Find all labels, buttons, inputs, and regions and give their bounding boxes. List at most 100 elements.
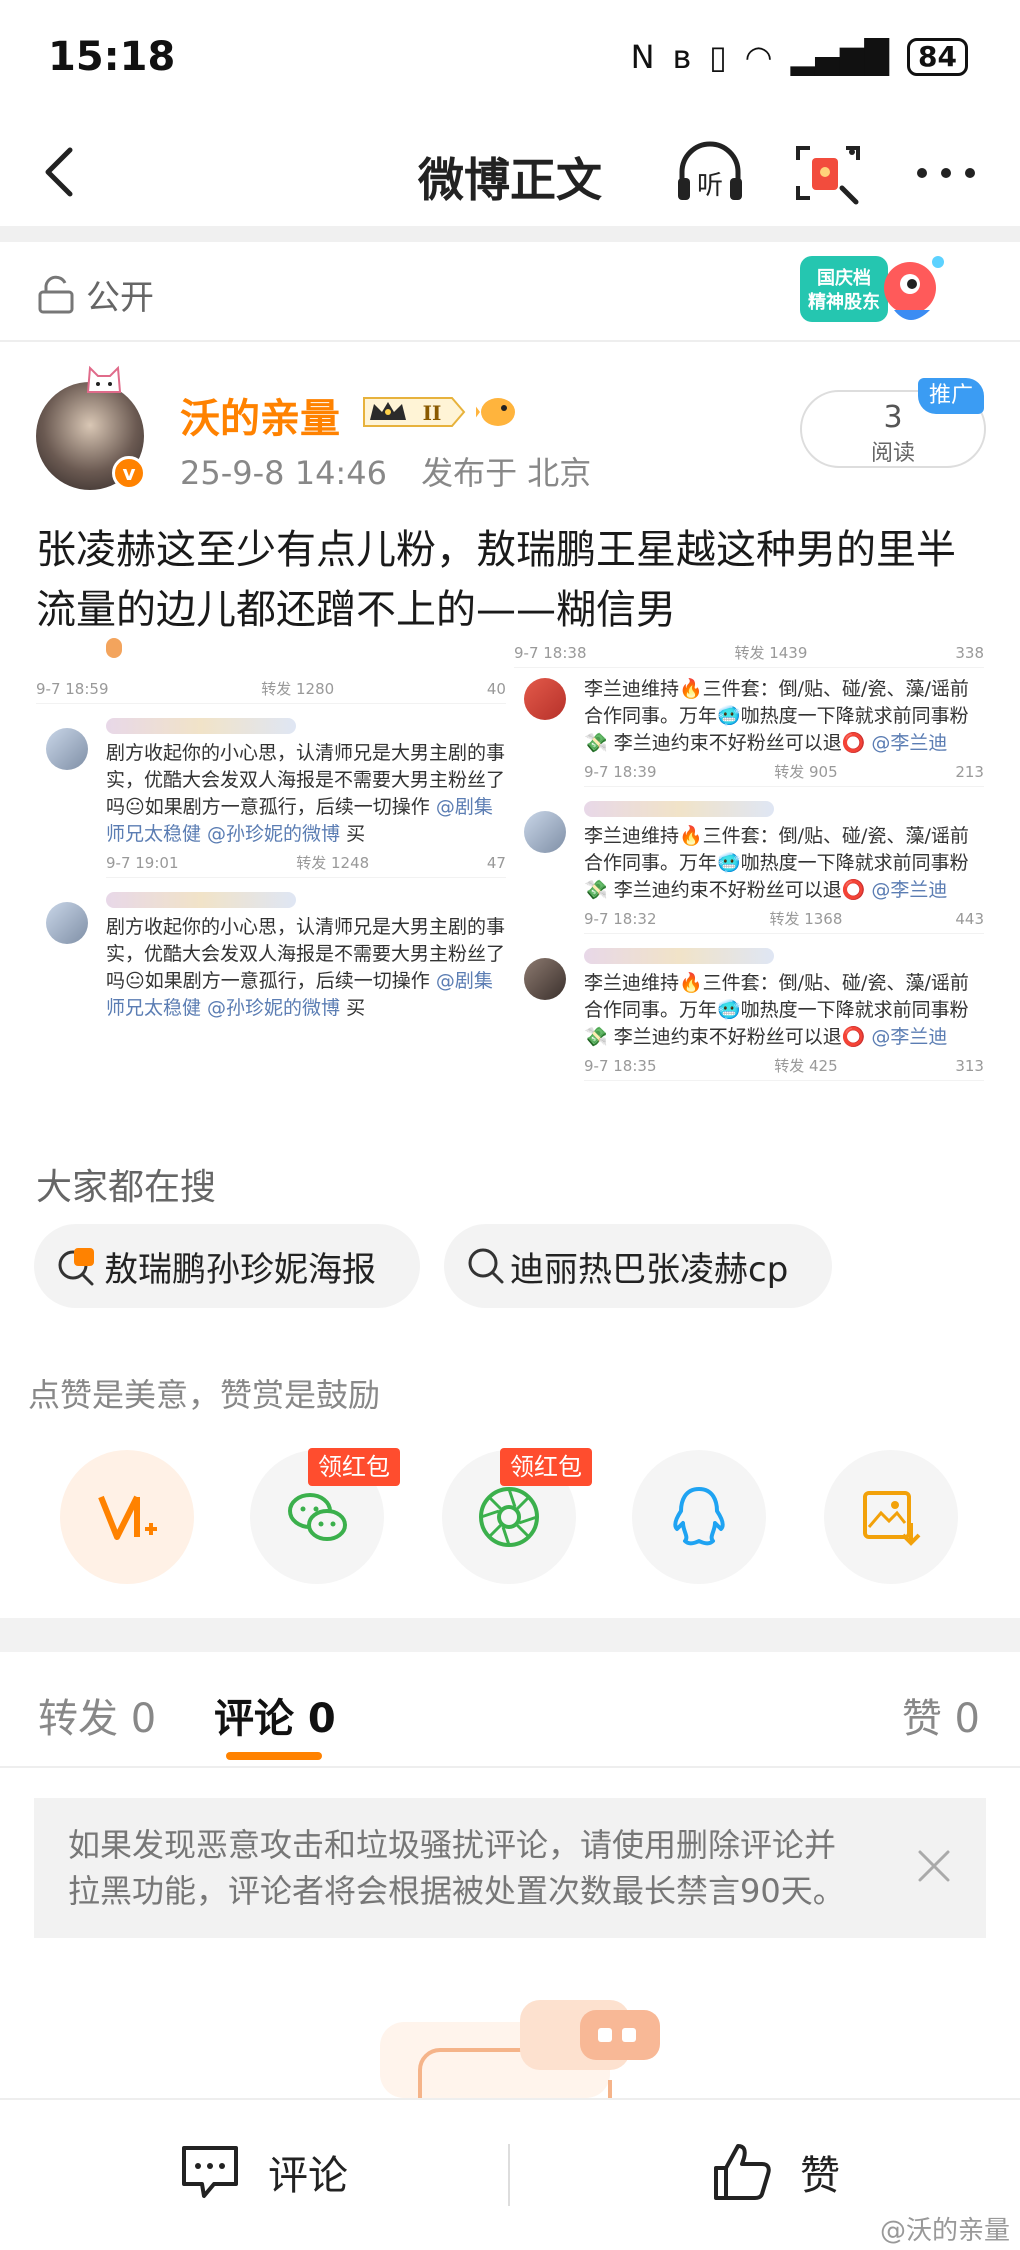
search-chip-label: 敖瑞鹏孙珍妮海报	[104, 1249, 376, 1290]
meta-time: 9-7 18:35	[584, 1057, 657, 1075]
meta-forward: 转发 425	[774, 1057, 838, 1075]
visibility-row: 公开 国庆档 精神股东	[0, 242, 1020, 342]
status-bar: 15:18 N ʙ ▯ ◠ ▂▄▆█ 84	[0, 0, 1020, 118]
watermark: @沃的亲量	[879, 2216, 1010, 2246]
reward-button[interactable]	[60, 1450, 194, 1584]
meta-forward: 转发 1368	[769, 910, 843, 928]
blurred-username	[584, 801, 774, 817]
image-comment: 李兰迪维持🔥三件套：倒/贴、碰/瓷、藻/谣前合作同事。万年🥶咖热度一下降就求前同…	[514, 668, 984, 787]
image-meta-row: 9-7 18:32 转发 1368 443	[584, 904, 984, 934]
image-comment: 剧方收起你的小心思，认清师兄是大男主剧的事实，优酷大会发双人海报是不需要大男主粉…	[36, 892, 506, 1022]
red-packet-tag[interactable]: 领红包	[500, 1448, 592, 1486]
meta-time: 9-7 18:32	[584, 910, 657, 928]
empty-comments-illustration	[380, 2000, 660, 2098]
bottom-action-bar: 评论 赞 @沃的亲量	[0, 2098, 1020, 2250]
comment-tail: 买	[346, 823, 366, 845]
meta-time: 9-7 19:01	[106, 854, 179, 872]
reward-caption: 点赞是美意，赞赏是鼓励	[28, 1376, 381, 1414]
save-image-button[interactable]	[824, 1450, 958, 1584]
national-day-promo-badge[interactable]: 国庆档 精神股东	[798, 248, 948, 338]
nfc-icon: N	[630, 38, 655, 76]
moments-icon	[479, 1487, 539, 1547]
meta-forward: 转发 1280	[261, 680, 335, 698]
reward-v-plus-icon	[98, 1495, 157, 1540]
post-text: 张凌赫这至少有点儿粉，敖瑞鹏王星越这种男的里半流量的边儿都还蹭不上的——糊信男	[36, 527, 956, 633]
comment-tail: 买	[346, 997, 366, 1019]
search-chip-1[interactable]: 敖瑞鹏孙珍妮海报	[34, 1224, 420, 1308]
post-image-1[interactable]: 9-7 18:59 转发 1280 40 剧方收起你的小心思，认清师兄是大男主剧…	[36, 638, 506, 1112]
share-qq-button[interactable]	[632, 1450, 766, 1584]
image-comment: 剧方收起你的小心思，认清师兄是大男主剧的事实，优酷大会发双人海报是不需要大男主粉…	[36, 718, 506, 878]
tab-forward[interactable]: 转发 0	[38, 1686, 156, 1744]
like-label: 赞	[800, 2153, 840, 2199]
meta-time: 9-7 18:59	[36, 680, 109, 698]
blurred-username	[584, 948, 774, 964]
comment-button[interactable]: 评论	[178, 2140, 348, 2204]
redpacket-scan-icon[interactable]	[790, 138, 866, 208]
promo-tag[interactable]: 推广	[918, 378, 984, 414]
moderation-notice: 如果发现恶意攻击和垃圾骚扰评论，请使用删除评论并拉黑功能，评论者将会根据被处置次…	[34, 1798, 986, 1938]
like-button[interactable]: 赞	[710, 2140, 840, 2204]
divider	[0, 226, 1020, 242]
orange-dot	[106, 638, 122, 658]
meta-likes: 213	[955, 763, 984, 781]
post-time: 25-9-8 14:46	[180, 454, 387, 492]
bluetooth-icon: ʙ	[672, 38, 692, 76]
battery-indicator: 84	[907, 38, 968, 76]
search-icon	[468, 1248, 504, 1284]
meta-likes: 338	[955, 644, 984, 662]
meta-likes: 47	[486, 854, 506, 872]
notice-text: 如果发现恶意攻击和垃圾骚扰评论，请使用删除评论并拉黑功能，评论者将会根据被处置次…	[68, 1826, 845, 1910]
post-location: 发布于 北京	[421, 454, 592, 492]
more-icon[interactable]	[908, 138, 984, 208]
meta-time: 9-7 18:39	[584, 763, 657, 781]
image-comment: 李兰迪维持🔥三件套：倒/贴、碰/瓷、藻/谣前合作同事。万年🥶咖热度一下降就求前同…	[514, 948, 984, 1081]
red-packet-tag[interactable]: 领红包	[308, 1448, 400, 1486]
comment-avatar	[46, 902, 88, 944]
qq-icon	[673, 1487, 725, 1546]
blurred-username	[106, 892, 296, 908]
listen-icon[interactable]: 听	[672, 138, 748, 208]
post-meta: 25-9-8 14:46 发布于 北京	[180, 448, 591, 494]
author-name[interactable]: 沃的亲量	[180, 386, 340, 444]
search-chip-2[interactable]: 迪丽热巴张凌赫cp	[444, 1224, 832, 1308]
pufferfish-icon	[476, 398, 515, 426]
visibility-label: 公开	[86, 278, 154, 318]
search-chip-label: 迪丽热巴张凌赫cp	[510, 1249, 789, 1290]
post-image-2[interactable]: 9-7 18:38 转发 1439 338 李兰迪维持🔥三件套：倒/贴、碰/瓷、…	[514, 638, 984, 1112]
comment-icon	[182, 2146, 238, 2198]
meta-likes: 443	[955, 910, 984, 928]
meta-forward: 转发 905	[774, 763, 838, 781]
image-meta-row: 9-7 19:01 转发 1248 47	[106, 848, 506, 878]
promo-badge-line1: 国庆档	[817, 267, 871, 289]
close-icon[interactable]	[912, 1844, 956, 1888]
status-icons: N ʙ ▯ ◠ ▂▄▆█ 84	[631, 38, 968, 76]
tab-comments[interactable]: 评论 0	[214, 1686, 336, 1744]
level-text: II	[423, 401, 442, 425]
comment-mention: @李兰迪	[871, 879, 948, 901]
meta-likes: 313	[955, 1057, 984, 1075]
thumbs-up-icon	[714, 2144, 771, 2200]
comment-mention: @李兰迪	[871, 1026, 948, 1048]
active-tab-indicator	[226, 1752, 322, 1760]
image-meta-row: 9-7 18:38 转发 1439 338	[514, 638, 984, 668]
membership-level-badge[interactable]: II	[360, 392, 468, 432]
tab-likes[interactable]: 赞 0	[902, 1686, 980, 1744]
meta-forward: 转发 1439	[734, 644, 808, 662]
image-meta-row: 9-7 18:35 转发 425 313	[584, 1051, 984, 1081]
save-image-icon	[863, 1491, 921, 1546]
status-time: 15:18	[48, 34, 176, 80]
search-section-title: 大家都在搜	[36, 1167, 217, 1208]
divider	[0, 1618, 1020, 1652]
hot-search-icon	[58, 1248, 94, 1286]
meta-time: 9-7 18:38	[514, 644, 587, 662]
avatar-decoration-cat-icon	[86, 365, 122, 393]
read-label: 阅读	[870, 441, 915, 466]
nav-bar: 微博正文 听	[0, 118, 1020, 226]
divider	[508, 2144, 510, 2206]
interaction-tabs: 转发 0 评论 0 赞 0	[0, 1652, 1020, 1768]
comment-avatar	[524, 678, 566, 720]
listen-label: 听	[697, 171, 723, 201]
comment-mention: @李兰迪	[871, 732, 948, 754]
image-comment: 李兰迪维持🔥三件套：倒/贴、碰/瓷、藻/谣前合作同事。万年🥶咖热度一下降就求前同…	[514, 801, 984, 934]
